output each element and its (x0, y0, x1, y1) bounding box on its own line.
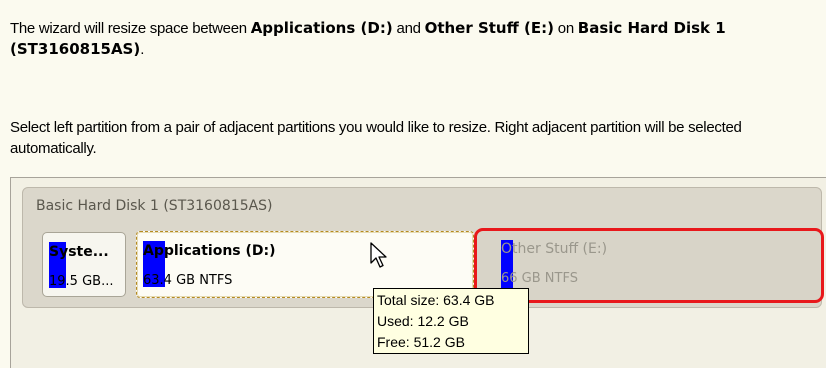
intro-end: . (140, 41, 145, 58)
disk-title: Basic Hard Disk 1 (ST3160815AS) (36, 198, 273, 214)
intro-partition-left: Applications (D:) (250, 19, 393, 37)
intro-partition-right: Other Stuff (E:) (424, 19, 554, 37)
intro-on: on (553, 20, 578, 37)
mouse-pointer-icon (370, 242, 387, 268)
partition-system[interactable]: Syste... 19.5 GB... (42, 232, 126, 297)
partition-info: 63.4 GB NTFS (143, 273, 233, 288)
intro-prefix: The wizard will resize space between (10, 20, 251, 37)
partition-info: 66 GB NTFS (501, 271, 578, 286)
partition-label: Other Stuff (E:) (501, 241, 608, 257)
partition-tooltip: Total size: 63.4 GB Used: 12.2 GB Free: … (373, 288, 529, 354)
intro-text: The wizard will resize space between App… (10, 18, 818, 60)
instruction-text: Select left partition from a pair of adj… (10, 119, 742, 157)
partition-label: Applications (D:) (143, 243, 276, 259)
tooltip-used: Used: 12.2 GB (377, 313, 469, 329)
tooltip-total-size: Total size: 63.4 GB (377, 292, 495, 308)
intro-and: and (392, 20, 425, 37)
tooltip-free: Free: 51.2 GB (377, 334, 465, 350)
partition-info: 19.5 GB... (49, 274, 114, 289)
partition-label: Syste... (49, 244, 109, 260)
